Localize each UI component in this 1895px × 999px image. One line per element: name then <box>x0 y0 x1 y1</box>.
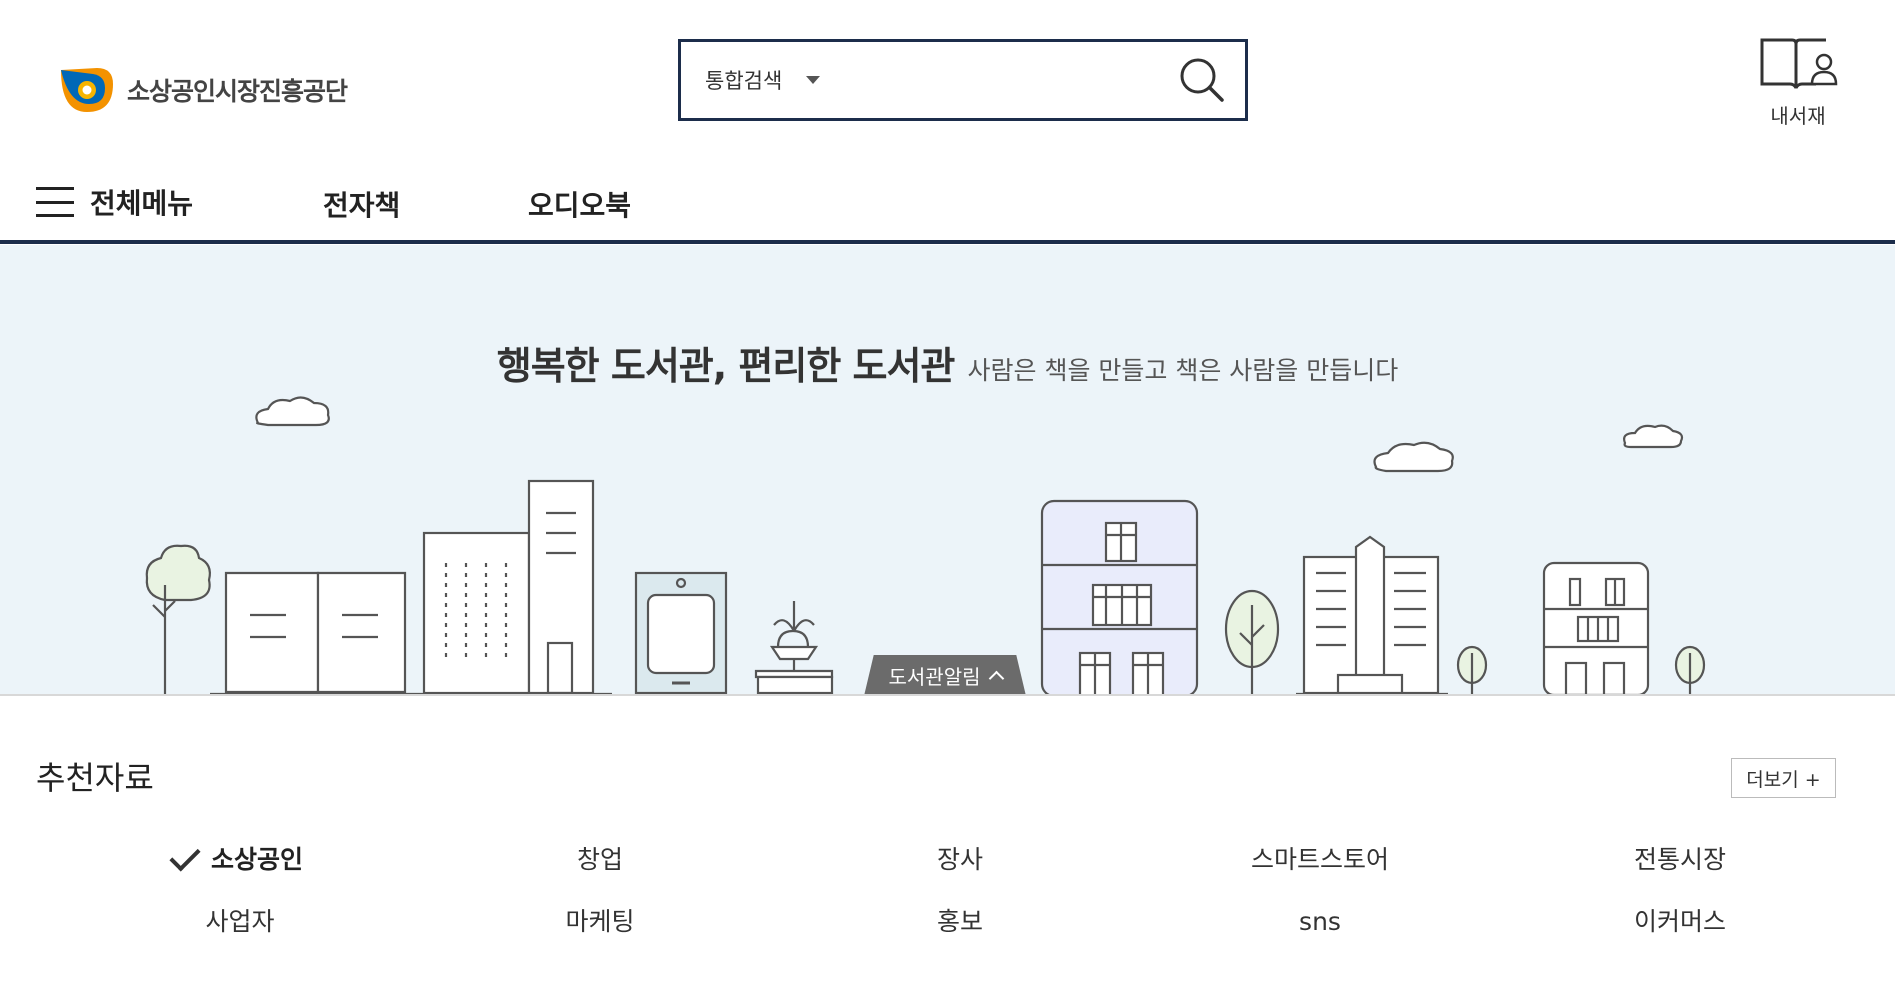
category-label: 이커머스 <box>1633 907 1726 936</box>
category-label: 전통시장 <box>1633 845 1726 874</box>
search-input[interactable] <box>838 50 1167 110</box>
category-label: 마케팅 <box>565 907 635 936</box>
library-notice-tab[interactable]: 도서관알림 <box>864 655 1026 694</box>
nav-item-ebook-label: 전자책 <box>323 189 401 222</box>
category-tab[interactable]: sns <box>1140 904 1500 940</box>
category-tab[interactable]: 사업자 <box>60 904 420 940</box>
my-library-label: 내서재 <box>1770 104 1826 128</box>
main-nav: 전체메뉴 전자책 오디오북 <box>0 170 1895 244</box>
nav-all-menu[interactable]: 전체메뉴 <box>36 182 193 222</box>
nav-item-audiobook-label: 오디오북 <box>528 189 632 222</box>
nav-item-audiobook[interactable]: 오디오북 <box>528 184 631 224</box>
search-box: 통합검색 <box>678 39 1248 121</box>
my-library-button[interactable]: 내서재 <box>1752 36 1844 129</box>
category-label: 창업 <box>576 845 623 874</box>
category-tab[interactable]: 이커머스 <box>1500 904 1860 940</box>
logo-emblem-icon <box>61 68 113 112</box>
chevron-up-icon <box>988 670 1004 687</box>
logo-text: 소상공인시장진흥공단 <box>127 77 348 106</box>
category-label: sns <box>1299 907 1341 936</box>
recommended-title: 추천자료 <box>36 759 154 797</box>
category-tab[interactable]: 전통시장 <box>1500 842 1860 878</box>
nav-item-ebook[interactable]: 전자책 <box>323 184 400 224</box>
caret-down-icon <box>806 76 821 84</box>
more-button[interactable]: 더보기 + <box>1731 758 1836 798</box>
search-button[interactable] <box>1167 45 1237 115</box>
category-label: 스마트스토어 <box>1250 845 1389 874</box>
library-notice-label: 도서관알림 <box>888 665 981 689</box>
site-logo[interactable]: 소상공인시장진흥공단 <box>57 64 348 116</box>
category-label: 소상공인 <box>210 845 303 874</box>
category-tab[interactable]: 홍보 <box>780 904 1140 940</box>
category-tab[interactable]: 창업 <box>420 842 780 878</box>
category-label: 장사 <box>936 845 983 874</box>
category-label: 홍보 <box>936 907 983 936</box>
check-icon <box>169 840 201 872</box>
site-header: 소상공인시장진흥공단 통합검색 내서재 <box>0 0 1895 160</box>
city-illustration <box>145 396 1706 694</box>
hamburger-icon <box>36 187 74 217</box>
recommended-categories: 소상공인 창업 장사 스마트스토어 전통시장 사업자 마케팅 홍보 sns 이커… <box>60 840 1860 940</box>
category-tab[interactable]: 마케팅 <box>420 904 780 940</box>
book-user-icon <box>1760 38 1838 89</box>
nav-all-menu-label: 전체메뉴 <box>90 187 194 220</box>
category-tab[interactable]: 스마트스토어 <box>1140 842 1500 878</box>
category-tab-active[interactable]: 소상공인 <box>60 840 420 878</box>
search-scope-value: 통합검색 <box>705 69 783 93</box>
search-scope-select[interactable]: 통합검색 <box>705 65 821 95</box>
search-icon <box>1180 58 1224 102</box>
category-label: 사업자 <box>205 907 275 936</box>
category-tab[interactable]: 장사 <box>780 842 1140 878</box>
hero-banner: 행복한 도서관, 편리한 도서관 사람은 책을 만들고 책은 사람을 만듭니다 <box>0 245 1895 696</box>
